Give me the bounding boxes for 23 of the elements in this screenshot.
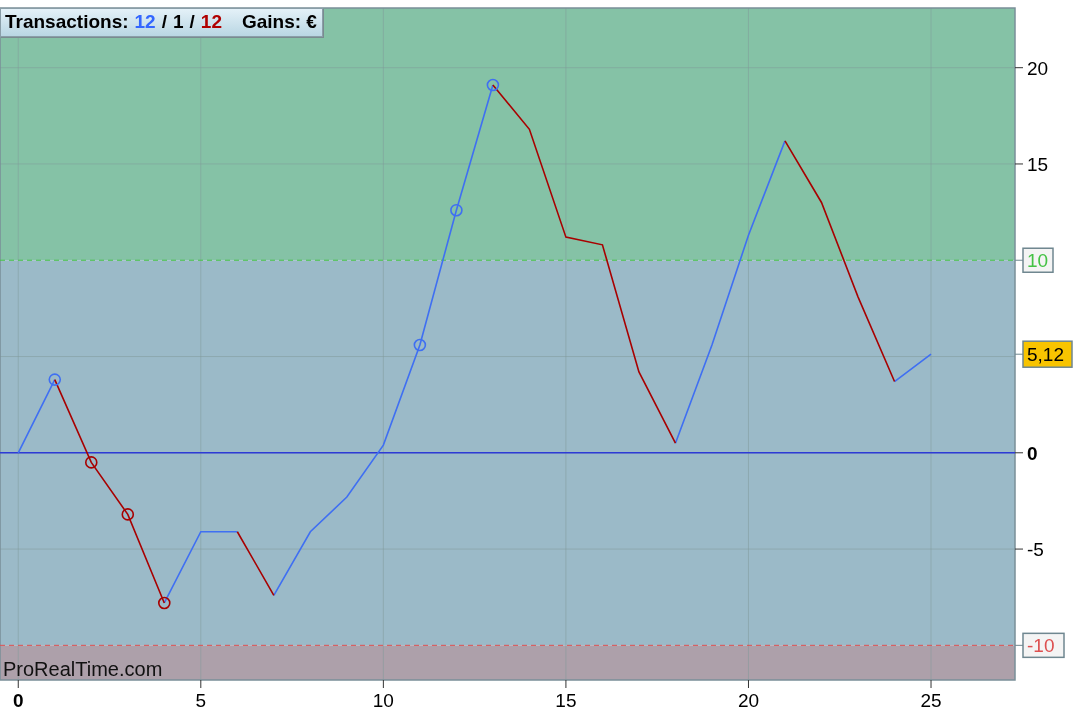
branding-text: ProRealTime.com <box>3 658 163 680</box>
x-tick-label: 25 <box>920 690 942 711</box>
transaction-count: / <box>161 11 167 33</box>
y-tick-label: -5 <box>1027 539 1044 561</box>
limit-label: 10 <box>1022 247 1054 273</box>
ref-line-label: 10 <box>1027 250 1049 272</box>
transactions-label: Transactions: <box>5 11 129 33</box>
y-tick-label: 15 <box>1027 153 1049 175</box>
limit-label: -10 <box>1022 632 1065 659</box>
transaction-count: 12 <box>200 11 222 33</box>
x-tick-label: 10 <box>372 690 394 711</box>
y-tick-label: 0 <box>1027 442 1038 464</box>
x-tick-label: 5 <box>195 690 207 711</box>
ref-line-label: -10 <box>1027 635 1055 657</box>
x-tick-label: 0 <box>12 690 24 711</box>
transaction-count: 12 <box>134 11 156 33</box>
x-tick-label: 20 <box>737 690 760 711</box>
x-tick-label: 15 <box>555 690 577 711</box>
transaction-count: / <box>189 11 195 33</box>
gains-label: Gains: € <box>241 11 317 33</box>
current-value-label: 5,12 <box>1022 340 1073 368</box>
y-tick-label: 20 <box>1027 57 1049 79</box>
transaction-count: 1 <box>172 11 184 33</box>
